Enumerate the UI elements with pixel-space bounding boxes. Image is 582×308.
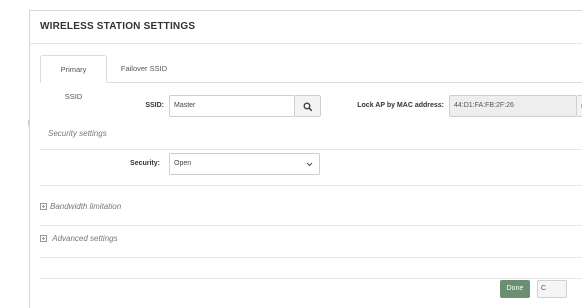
tabs-divider (40, 82, 582, 83)
security-label: Security: (130, 160, 160, 167)
done-button[interactable]: Done (500, 280, 530, 298)
search-icon (303, 102, 313, 112)
section-divider (40, 257, 582, 258)
lock-ap-mac-input[interactable]: 44:D1:FA:FB:2F:26 (449, 95, 577, 117)
background-left (0, 0, 29, 308)
bandwidth-limitation-toggle[interactable]: Bandwidth limitation (40, 202, 121, 211)
chevron-down-icon (306, 162, 313, 167)
dialog-title: WIRELESS STATION SETTINGS (40, 21, 196, 32)
ssid-row: SSID: Master Lock AP by MAC address: 44:… (30, 95, 582, 117)
footer-divider (40, 278, 582, 279)
advanced-settings-label: Advanced settings (52, 234, 118, 243)
tab-primary-ssid[interactable]: Primary SSID (40, 55, 107, 101)
section-divider (40, 185, 582, 186)
lock-ap-button[interactable]: ( (577, 95, 582, 117)
security-row: Security: Open (30, 153, 582, 175)
security-select[interactable]: Open (169, 153, 320, 175)
wireless-station-settings-dialog: WIRELESS STATION SETTINGS Primary SSID F… (29, 10, 582, 308)
ssid-label: SSID: (145, 102, 164, 109)
security-selected-value: Open (174, 160, 192, 167)
tab-failover-ssid[interactable]: Failover SSID (109, 55, 179, 82)
ssid-search-button[interactable] (295, 95, 321, 117)
title-divider (30, 43, 582, 44)
ssid-tabs: Primary SSID Failover SSID (40, 55, 582, 101)
advanced-settings-toggle[interactable]: Advanced settings (40, 234, 118, 243)
bandwidth-limitation-label: Bandwidth limitation (50, 202, 122, 211)
section-divider (40, 225, 582, 226)
expand-icon (40, 203, 47, 211)
expand-icon (40, 235, 47, 243)
security-settings-title: Security settings (48, 129, 107, 138)
ssid-input[interactable]: Master (169, 95, 295, 117)
section-divider (40, 149, 582, 150)
lock-ap-label: Lock AP by MAC address: (357, 102, 444, 109)
cancel-button[interactable]: C (537, 280, 567, 298)
